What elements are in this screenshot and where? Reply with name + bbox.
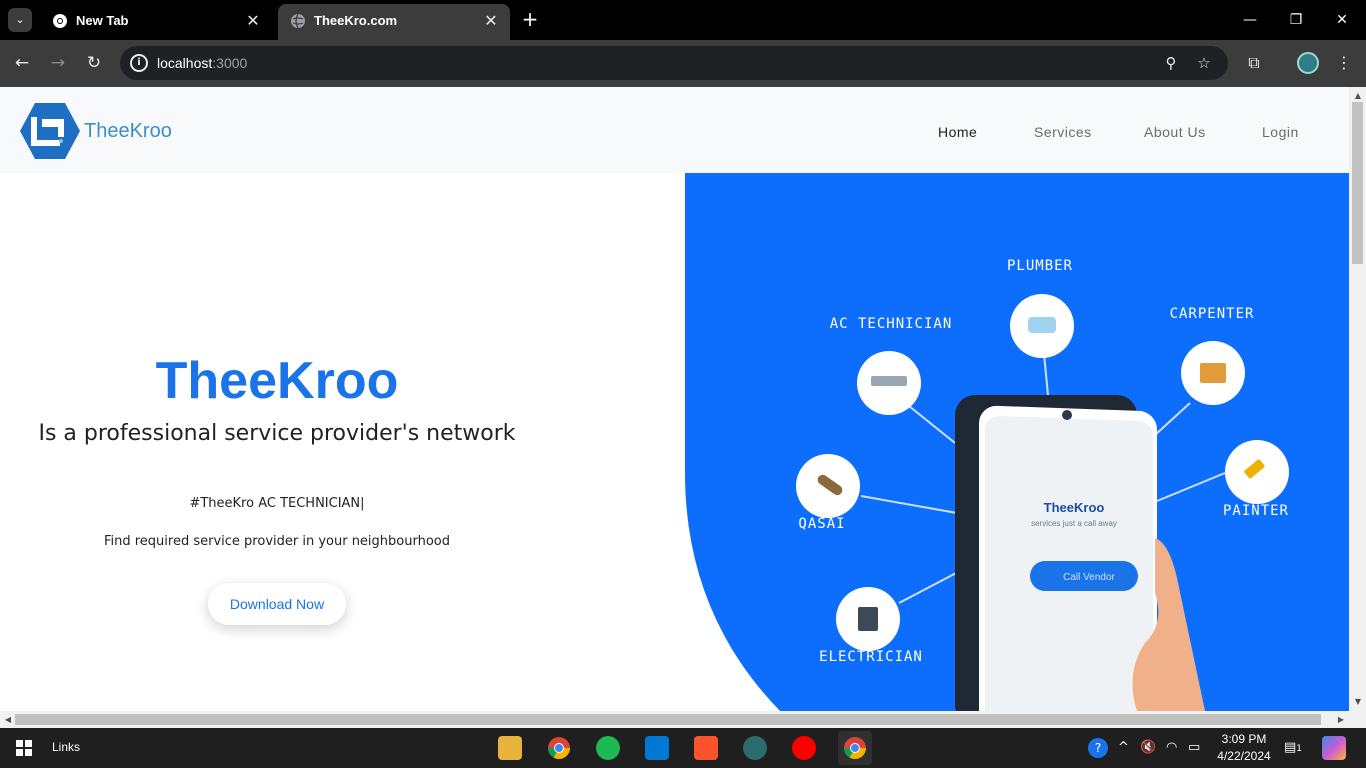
download-now-button[interactable]: Download Now [208, 583, 346, 625]
site-header: TheeKroo Home Services About Us Login [0, 87, 1349, 173]
forward-icon[interactable]: → [46, 51, 70, 75]
nav-services[interactable]: Services [1034, 124, 1092, 140]
url-text[interactable]: localhost:3000 [157, 55, 247, 71]
nav-about-us[interactable]: About Us [1144, 124, 1206, 140]
tab-theekro[interactable]: TheeKro.com ✕ [278, 4, 510, 40]
phone-brand: TheeKroo [1044, 500, 1105, 515]
typed-service-text: #TheeKro AC TECHNICIAN| [189, 496, 365, 511]
copilot-icon[interactable] [1322, 736, 1346, 760]
minimize-icon[interactable]: — [1238, 8, 1262, 32]
vertical-scrollbar[interactable]: ▲ ▼ [1349, 87, 1366, 711]
theekroo-logo[interactable] [20, 101, 80, 161]
volume-muted-icon[interactable]: 🔇 [1140, 740, 1156, 755]
scroll-right-icon[interactable]: ▶ [1336, 715, 1346, 725]
horizontal-scroll-thumb[interactable] [15, 714, 1321, 725]
tab-search-button[interactable]: ⌄ [8, 8, 32, 32]
chrome-profile-taskbar-icon[interactable] [838, 731, 872, 765]
close-window-icon[interactable]: ✕ [1330, 8, 1354, 32]
label-plumber: PLUMBER [1007, 258, 1073, 274]
clock-date: 4/22/2024 [1217, 749, 1271, 763]
globe-icon [291, 13, 305, 29]
browser-toolbar: ← → ↻ i localhost:3000 ⚲ ☆ ⧉ ⋮ [0, 40, 1366, 87]
site-info-icon[interactable]: i [130, 54, 148, 72]
close-tab-icon[interactable]: ✕ [244, 12, 262, 30]
brave-icon[interactable] [694, 736, 718, 760]
notifications-icon[interactable]: ▤1 [1284, 740, 1302, 755]
windows-start-icon[interactable] [16, 740, 32, 756]
new-tab-button[interactable]: + [518, 8, 542, 32]
chrome-taskbar-icon[interactable] [547, 736, 571, 760]
phone-call-label: Call Vendor [1063, 572, 1115, 583]
hero-illustration: TheeKroo services just a call away Call … [685, 173, 1349, 711]
scroll-left-icon[interactable]: ◀ [3, 715, 13, 725]
clock-time: 3:09 PM [1221, 732, 1267, 746]
horizontal-scrollbar[interactable]: ◀ ▶ [0, 711, 1349, 728]
menu-icon[interactable]: ⋮ [1332, 51, 1356, 75]
tab-title: TheeKro.com [314, 13, 398, 28]
nav-home[interactable]: Home [938, 124, 977, 140]
scrollbar-corner [1349, 711, 1366, 728]
wifi-icon[interactable]: ◠ [1166, 740, 1177, 755]
file-explorer-icon[interactable] [498, 736, 522, 760]
links-toolbar[interactable]: Links [52, 740, 80, 754]
phone-tagline: services just a call away [1031, 519, 1117, 528]
app-icon[interactable] [743, 736, 767, 760]
vertical-scroll-thumb[interactable] [1352, 102, 1363, 264]
hero-text-section: TheeKroo Is a professional service provi… [0, 173, 685, 711]
hero-title: TheeKroo [155, 352, 399, 410]
label-painter: PAINTER [1223, 503, 1289, 519]
tab-new-tab[interactable]: New Tab ✕ [40, 4, 272, 40]
hero-tagline: Find required service provider in your n… [103, 534, 450, 549]
windows-taskbar: Links ? ^ 🔇 ◠ ▭ 3:09 PM 4/22/2024 ▤1 [0, 728, 1366, 768]
restore-icon[interactable]: ❐ [1284, 8, 1308, 32]
scroll-down-icon[interactable]: ▼ [1353, 697, 1363, 707]
nav-login[interactable]: Login [1262, 124, 1299, 140]
close-tab-icon[interactable]: ✕ [482, 12, 500, 30]
reload-icon[interactable]: ↻ [82, 51, 106, 75]
zoom-icon[interactable]: ⚲ [1162, 54, 1180, 72]
extensions-icon[interactable]: ⧉ [1242, 51, 1266, 75]
spotify-icon[interactable] [596, 736, 620, 760]
battery-icon[interactable]: ▭ [1188, 740, 1200, 755]
page-viewport: TheeKroo Home Services About Us Login Th… [0, 87, 1349, 711]
tray-overflow-icon[interactable]: ^ [1118, 740, 1129, 755]
logo-text[interactable]: TheeKroo [84, 120, 172, 143]
tab-strip: ⌄ New Tab ✕ TheeKro.com ✕ + — ❐ ✕ [0, 0, 1366, 40]
tab-title: New Tab [76, 13, 129, 28]
label-qasai: QASAI [798, 516, 845, 532]
youtube-music-icon[interactable] [792, 736, 816, 760]
back-icon[interactable]: ← [10, 51, 34, 75]
label-carpenter: CARPENTER [1170, 306, 1255, 322]
scroll-up-icon[interactable]: ▲ [1353, 91, 1363, 101]
services-illustration: TheeKroo services just a call away Call … [685, 173, 1349, 711]
address-bar[interactable]: i localhost:3000 ⚲ ☆ [120, 46, 1228, 80]
camera-icon [1062, 410, 1072, 420]
notification-count: 1 [1296, 744, 1303, 754]
system-clock[interactable]: 3:09 PM 4/22/2024 [1214, 731, 1274, 765]
vscode-icon[interactable] [645, 736, 669, 760]
help-icon[interactable]: ? [1088, 738, 1108, 758]
label-ac-technician: AC TECHNICIAN [830, 316, 953, 332]
chrome-icon [53, 14, 67, 28]
label-electrician: ELECTRICIAN [819, 649, 923, 665]
bookmark-star-icon[interactable]: ☆ [1195, 54, 1213, 72]
hero-subtitle: Is a professional service provider's net… [38, 421, 516, 446]
profile-avatar[interactable] [1297, 52, 1319, 74]
